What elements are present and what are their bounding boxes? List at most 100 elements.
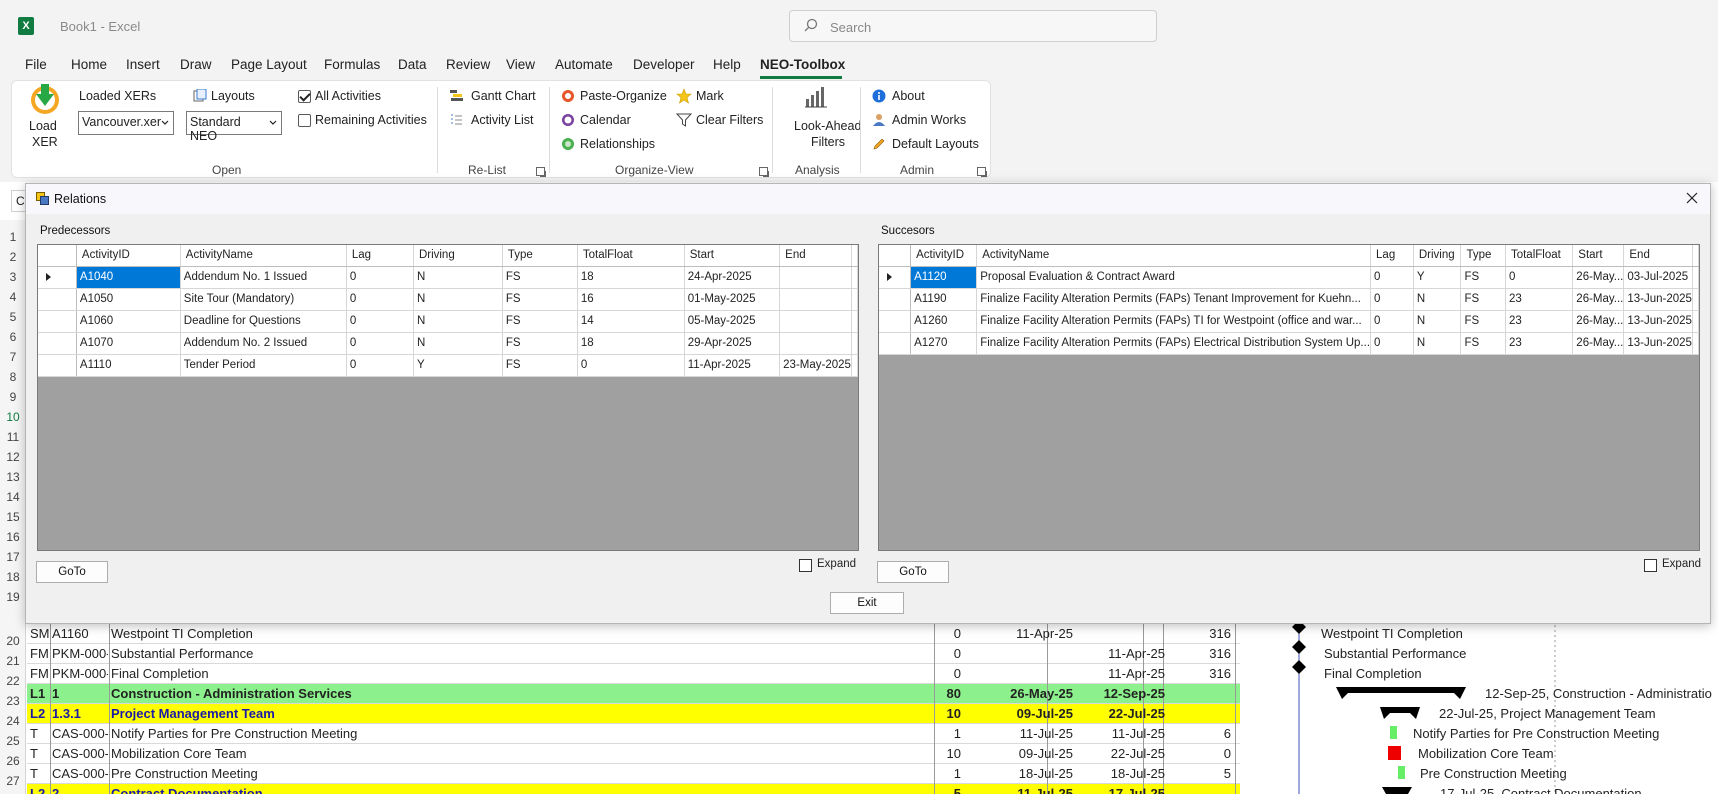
table-cell[interactable]: 03-Jul-2025 [1623, 266, 1693, 289]
admin-launcher-icon[interactable] [977, 167, 987, 177]
sheet-cell-type[interactable]: T [30, 726, 50, 741]
table-cell[interactable]: A1260 [910, 310, 978, 333]
look-ahead-filters-button[interactable]: Look-Ahead Filters [780, 81, 861, 151]
relist-launcher-icon[interactable] [536, 167, 546, 177]
table-cell[interactable]: A1120 [910, 266, 978, 289]
sheet-row[interactable]: FMPKM-000-1Substantial Performance 0 11-Ap… [27, 644, 1240, 664]
row-header[interactable]: 12 [0, 450, 26, 464]
layouts-dropdown[interactable]: Standard NEO [186, 111, 282, 143]
sheet-cell-name[interactable]: Pre Construction Meeting [111, 766, 751, 781]
table-cell[interactable]: FS [502, 354, 578, 377]
sheet-cell-start[interactable]: 26-May-25 [971, 686, 1073, 701]
column-header[interactable]: Type [1460, 245, 1506, 267]
successors-grid[interactable]: ActivityID ActivityName Lag Driving Type Tota… [878, 244, 1700, 551]
row-header[interactable]: 3 [0, 270, 26, 284]
table-cell[interactable]: A1190 [910, 288, 978, 311]
exit-button[interactable]: Exit [830, 592, 904, 614]
row-selector[interactable] [38, 288, 77, 311]
predecessors-goto-button[interactable]: GoTo [36, 561, 108, 583]
row-selector[interactable] [38, 354, 77, 377]
column-header[interactable]: Lag [346, 245, 414, 267]
sheet-row[interactable]: L2 2 Contract Documentation 5 11-Jul-25 17-Ju… [27, 784, 1240, 794]
sheet-cell-finish[interactable]: 12-Sep-25 [1077, 686, 1165, 701]
menu-draw[interactable]: Draw [180, 57, 212, 72]
table-cell[interactable]: FS [1460, 332, 1506, 355]
table-cell[interactable]: 0 [346, 354, 414, 377]
table-cell[interactable] [779, 288, 852, 311]
close-icon[interactable] [1684, 190, 1700, 206]
search-input[interactable] [830, 17, 1130, 37]
table-cell[interactable]: 0 [1505, 266, 1574, 289]
expand-checkbox-box[interactable] [799, 559, 812, 572]
sheet-row[interactable]: SM A1160 Westpoint TI Completion 0 11-Apr-25… [27, 624, 1240, 644]
table-cell[interactable]: N [1413, 288, 1462, 311]
menu-review[interactable]: Review [446, 57, 490, 72]
sheet-cell-type[interactable]: FM [30, 646, 50, 661]
table-cell[interactable]: 23 [1505, 310, 1574, 333]
table-cell[interactable]: 0 [346, 332, 414, 355]
row-header[interactable]: 17 [0, 550, 26, 564]
row-header[interactable]: 1 [0, 230, 26, 244]
menu-neo-toolbox[interactable]: NEO-Toolbox [760, 57, 845, 72]
table-cell[interactable]: Tender Period [180, 354, 347, 377]
table-cell[interactable]: A1070 [76, 332, 181, 355]
table-cell[interactable] [779, 332, 852, 355]
sheet-cell-name[interactable]: Project Management Team [111, 706, 751, 721]
column-header[interactable]: ActivityName [976, 245, 1372, 267]
table-row[interactable]: A1260 Finalize Facility Alteration Permit… [879, 310, 1699, 333]
sheet-cell-dur[interactable]: 1 [927, 726, 961, 741]
menu-view[interactable]: View [506, 57, 535, 72]
sheet-row[interactable]: TCAS-000-1Notify Parties for Pre Constru… [27, 724, 1240, 744]
table-cell[interactable]: 0 [577, 354, 685, 377]
sheet-row[interactable]: FMPKM-000-1Final Completion 0 11-Apr-25 316 [27, 664, 1240, 684]
sheet-cell-id[interactable]: PKM-000-1 [52, 646, 108, 661]
table-cell[interactable]: FS [502, 310, 578, 333]
table-cell[interactable]: Y [1413, 266, 1462, 289]
table-cell[interactable]: Deadline for Questions [180, 310, 347, 333]
table-cell[interactable]: 26-May... [1572, 288, 1625, 311]
table-row[interactable]: A1050 Site Tour (Mandatory) 0 N FS 16 01-May-2… [38, 288, 858, 311]
sheet-cell-finish[interactable]: 18-Jul-25 [1077, 766, 1165, 781]
sheet-cell-id[interactable]: A1160 [52, 626, 108, 641]
search-box[interactable] [789, 10, 1157, 42]
table-cell[interactable]: 23-May-2025 [779, 354, 852, 377]
column-header[interactable]: ActivityID [910, 245, 978, 267]
menu-insert[interactable]: Insert [126, 57, 160, 72]
sheet-cell-dur[interactable]: 0 [927, 666, 961, 681]
sheet-cell-name[interactable]: Mobilization Core Team [111, 746, 751, 761]
load-xer-button[interactable]: Load XER [24, 81, 66, 149]
sheet-cell-tf[interactable]: 5 [1171, 766, 1231, 781]
table-cell[interactable]: 0 [346, 288, 414, 311]
expand-checkbox-box[interactable] [1644, 559, 1657, 572]
paste-organize-button[interactable]: Paste-Organize [580, 89, 667, 103]
menu-formulas[interactable]: Formulas [324, 57, 380, 72]
sheet-cell-start[interactable]: 09-Jul-25 [971, 746, 1073, 761]
row-header[interactable]: 16 [0, 530, 26, 544]
table-cell[interactable]: A1050 [76, 288, 181, 311]
table-cell[interactable]: 23 [1505, 332, 1574, 355]
sheet-cell-id[interactable]: CAS-000-1 [52, 766, 108, 781]
table-cell[interactable]: FS [502, 266, 578, 289]
menu-developer[interactable]: Developer [633, 57, 695, 72]
sheet-cell-start[interactable]: 09-Jul-25 [971, 706, 1073, 721]
sheet-cell-id[interactable]: CAS-000-1 [52, 726, 108, 741]
sheet-cell-start[interactable]: 11-Jul-25 [971, 726, 1073, 741]
sheet-cell-id[interactable]: 1.3.1 [52, 706, 108, 721]
table-cell[interactable] [779, 266, 852, 289]
sheet-cell-type[interactable]: T [30, 746, 50, 761]
activity-list-button[interactable]: Activity List [471, 113, 534, 127]
sheet-cell-tf[interactable]: 316 [1171, 626, 1231, 641]
sheet-cell-type[interactable]: FM [30, 666, 50, 681]
gantt-chart-button[interactable]: Gantt Chart [471, 89, 536, 103]
row-header[interactable]: 4 [0, 290, 26, 304]
table-row[interactable]: A1190 Finalize Facility Alteration Permit… [879, 288, 1699, 311]
sheet-row[interactable]: L1 1 Construction - Administration Service… [27, 684, 1240, 704]
row-selector[interactable] [38, 266, 77, 289]
table-cell[interactable]: Finalize Facility Alteration Permits (FA… [976, 288, 1372, 311]
table-row[interactable]: A1110 Tender Period 0 Y FS 0 11-Apr-2025 23-May… [38, 354, 858, 377]
column-header[interactable]: Driving [1413, 245, 1462, 267]
sheet-cell-finish[interactable]: 22-Jul-25 [1077, 746, 1165, 761]
table-cell[interactable]: 0 [1370, 266, 1414, 289]
table-cell[interactable]: FS [502, 288, 578, 311]
row-selector[interactable] [38, 332, 77, 355]
